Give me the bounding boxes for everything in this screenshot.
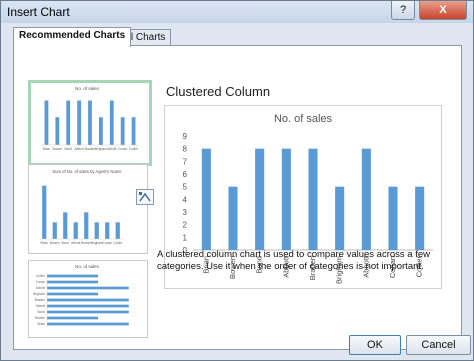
close-button[interactable]: X [419,1,467,20]
insert-chart-dialog: Insert Chart ? X Recommended Charts All … [0,0,474,361]
title-bar[interactable]: Insert Chart ? X [1,1,473,23]
thumbnail-x-label: Abbott [107,147,116,151]
bar [201,148,211,250]
thumbnail-x-label: Braden [85,147,96,151]
thumbnail-x-label: Conan [118,147,128,151]
thumbnail-x-label: Brian [43,147,51,151]
thumbnail-x-label: Bowen [50,241,60,245]
thumbnail-y-label: Collier [36,274,46,278]
thumbnail-y-label: Brigham [33,292,45,296]
thumbnail-bar [131,117,136,145]
y-tick-label: 4 [183,195,188,204]
thumbnail-title: No. of sales [75,264,100,269]
y-tick-label: 6 [183,170,188,179]
thumbnail-y-label: Bowen [35,316,45,320]
thumbnail-chart-1: No. of salesBrian Bowen Bond Abbott Braden Br… [41,86,139,151]
thumbnail-bar [109,100,114,145]
thumbnail-bar [55,117,60,145]
cancel-button[interactable]: Cancel [406,335,471,355]
thumbnail-bar [105,222,110,239]
y-tick-label: 7 [183,157,188,166]
thumbnail-clustered-column[interactable]: No. of sales Brian Bowen Bond Abbott Braden Br… [28,80,152,166]
dialog-title: Insert Chart [7,5,70,19]
thumbnail-x-label: Bond [62,241,70,245]
tab-recommended-charts[interactable]: Recommended Charts [13,27,132,47]
thumbnail-x-label: Brigham [95,147,107,151]
help-button[interactable]: ? [391,1,415,20]
thumbnail-bar [47,280,99,284]
thumbnail-x-label: Abbott [75,147,84,151]
chart-title: No. of sales [274,113,333,125]
bar [228,186,238,250]
thumbnail-x-label: Collier [129,147,139,151]
tab-panel: No. of sales Brian Bowen Bond Abbott Braden Br… [13,45,462,350]
thumbnail-y-label: Conan [36,280,46,284]
thumbnail-bar [115,222,120,239]
pivot-chart-icon[interactable] [136,189,154,205]
thumbnail-title: Sum of No. of sales by Agent's Name [52,169,122,174]
bar [361,148,371,250]
thumbnail-bar [73,222,78,239]
thumbnail-y-label: Abbott [36,286,45,290]
thumbnail-y-label: Bond [38,310,46,314]
thumbnail-bar [47,310,129,314]
thumbnail-x-label: Collier [113,241,123,245]
thumbnail-bar [47,316,99,320]
thumbnail-x-label: Brian [41,241,49,245]
thumbnail-y-label: Brian [38,322,46,326]
y-tick-label: 3 [183,208,188,217]
thumbnail-bar [44,100,49,145]
thumbnail-x-label: Bowen [52,147,62,151]
thumbnail-x-label: Abbott [71,241,80,245]
thumbnail-sum-by-agent[interactable]: Sum of No. of sales by Agent's Name Brian… [28,164,148,254]
thumbnail-bar [94,222,99,239]
thumbnail-chart-2: Sum of No. of sales by Agent's Name Brian… [39,169,123,245]
chart-type-name: Clustered Column [166,84,271,99]
bar [255,148,265,250]
thumbnail-chart-3: No. of sales Collier Conan Abbott Brigham Bra… [33,264,129,327]
thumbnail-bar [63,212,68,239]
thumbnail-bar [98,117,103,145]
ok-button[interactable]: OK [349,335,401,355]
chart-preview-area: Clustered Column No. of sales 0 1 2 3 4 5 6 7 8 9 B… [164,50,454,340]
thumbnail-y-label: Braden [35,298,46,302]
thumbnail-title: No. of sales [75,86,100,91]
bar [415,186,425,250]
chart-description: A clustered column chart is used to comp… [157,249,430,272]
bar [335,186,345,250]
y-tick-label: 2 [183,221,188,230]
thumbnail-x-label: Conan [103,241,113,245]
bar [281,148,291,250]
thumbnail-bar [47,286,129,290]
y-tick-label: 8 [183,145,188,154]
dialog-body: Recommended Charts All Charts No. of sal… [7,27,467,350]
thumbnail-bar [47,322,129,326]
thumbnail-x-label: Bond [64,147,72,151]
thumbnail-bar [120,117,125,145]
thumbnail-bar [66,100,71,145]
thumbnail-x-label: Brigham [91,241,103,245]
y-tick-label: 5 [183,183,188,192]
thumbnail-bar [47,298,129,302]
bar [308,148,318,250]
thumbnail-clustered-bar[interactable]: No. of sales Collier Conan Abbott Brigham Bra… [28,260,148,338]
thumbnail-bar [52,222,57,239]
y-tick-label: 1 [183,233,188,242]
thumbnail-bar [47,274,99,278]
y-tick-label: 9 [183,132,188,141]
thumbnail-bar [47,304,129,308]
thumbnail-bar [84,212,89,239]
thumbnail-y-label: Abbott [36,304,45,308]
thumbnail-bar [42,185,47,239]
thumbnail-bar [77,100,82,145]
recommended-chart-list[interactable]: No. of sales Brian Bowen Bond Abbott Braden Br… [16,50,154,347]
bar [388,186,398,250]
thumbnail-bar [47,292,99,296]
thumbnail-bar [88,100,92,145]
